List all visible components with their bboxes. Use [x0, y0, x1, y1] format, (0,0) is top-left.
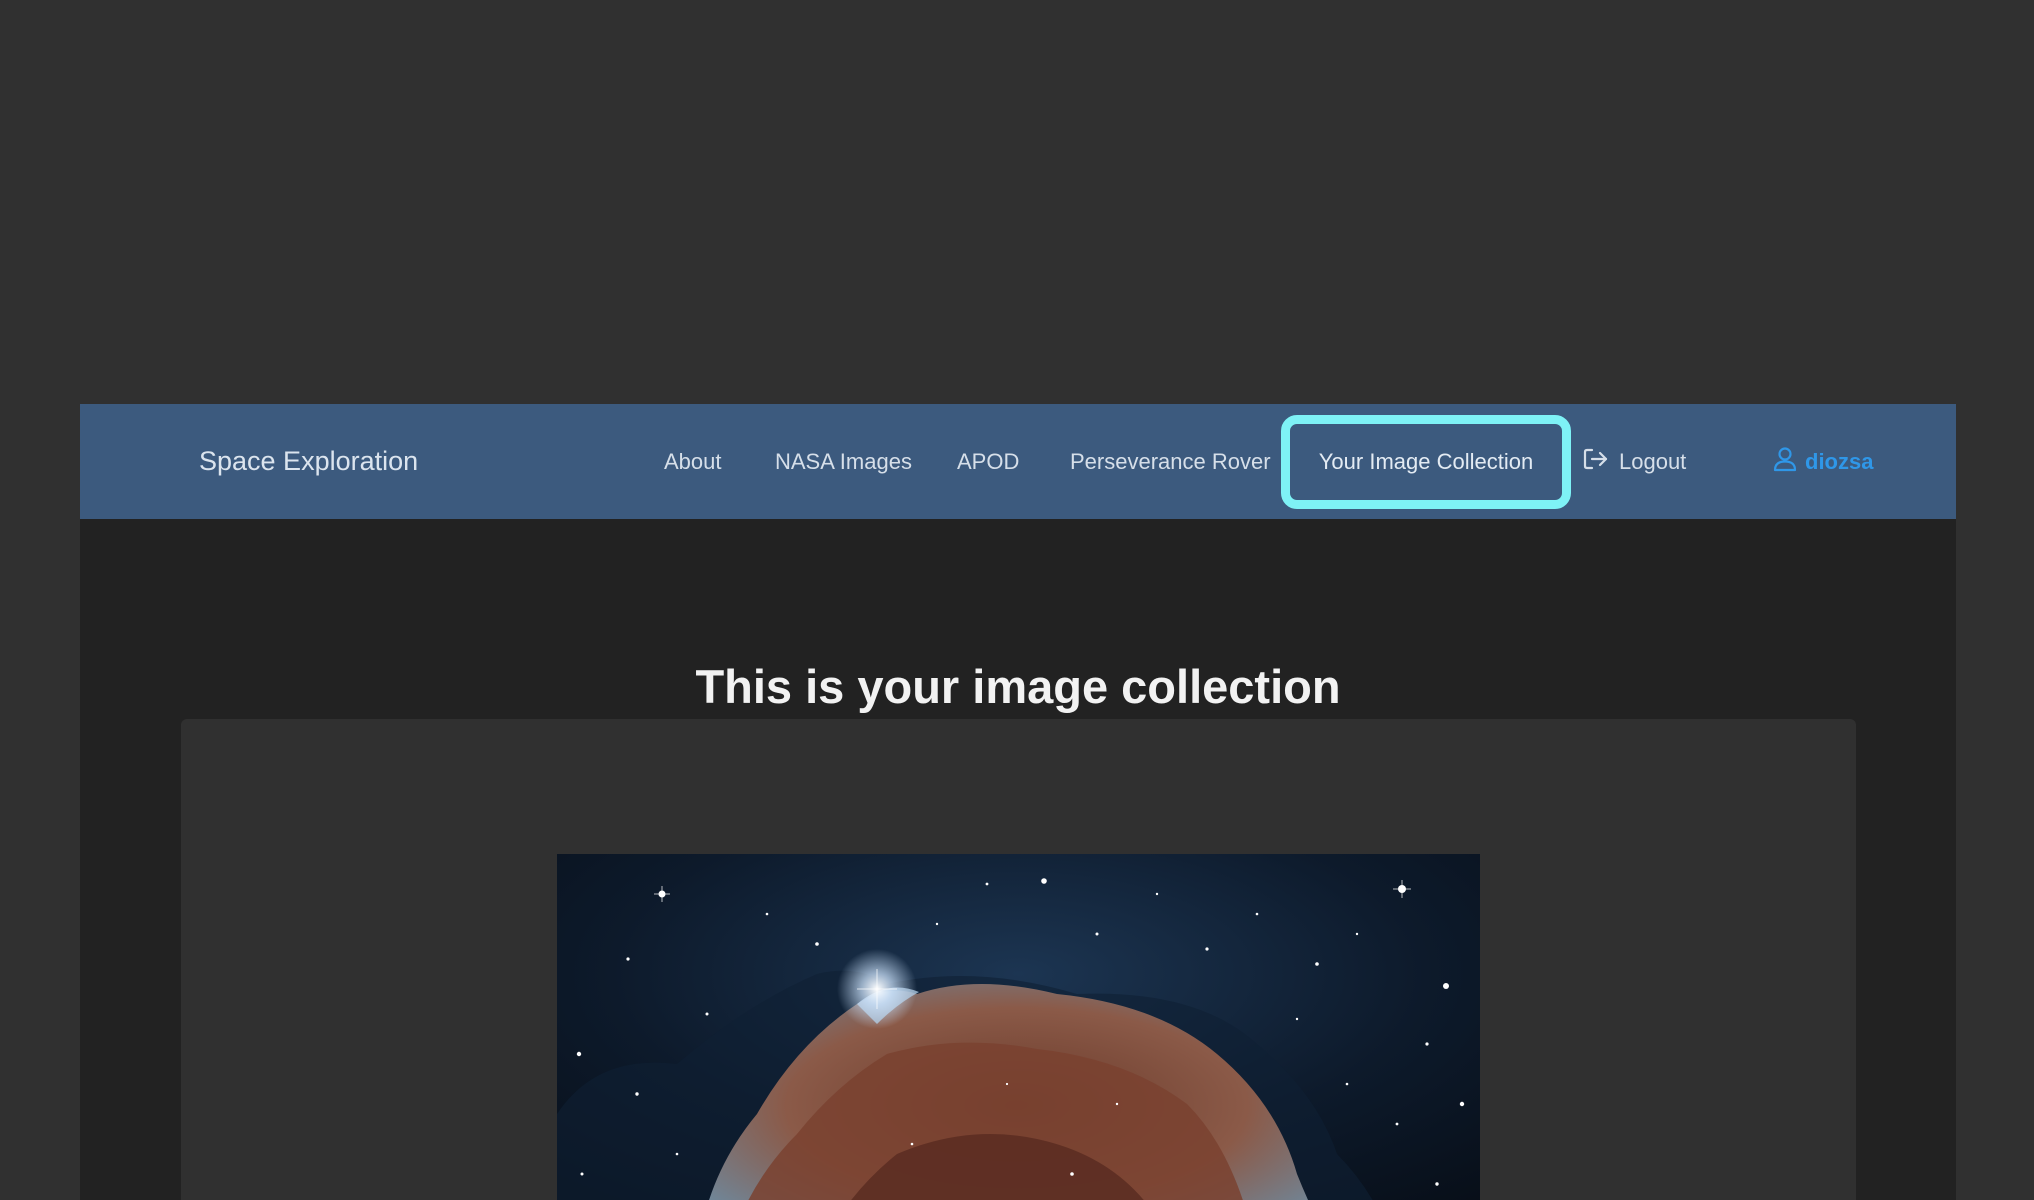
nav-link-nasa-images[interactable]: NASA Images	[775, 404, 912, 519]
sign-out-icon	[1583, 447, 1609, 477]
brand-link[interactable]: Space Exploration	[199, 404, 418, 519]
collection-image-horsehead-nebula[interactable]	[557, 854, 1480, 1200]
app-window: Space Exploration About NASA Images APOD…	[80, 404, 1956, 1200]
navbar: Space Exploration About NASA Images APOD…	[80, 404, 1956, 519]
nav-link-your-image-collection[interactable]: Your Image Collection	[1281, 415, 1571, 509]
page-title: This is your image collection	[695, 660, 1341, 714]
nav-link-apod[interactable]: APOD	[957, 404, 1019, 519]
nav-link-about[interactable]: About	[664, 404, 722, 519]
logout-button[interactable]: Logout	[1583, 404, 1686, 519]
nav-link-perseverance-rover[interactable]: Perseverance Rover	[1070, 404, 1271, 519]
logout-label: Logout	[1619, 448, 1687, 474]
username-label: diozsa	[1805, 448, 1874, 474]
collection-card	[181, 719, 1856, 1200]
user-icon	[1773, 446, 1797, 478]
user-menu[interactable]: diozsa	[1773, 404, 1873, 519]
